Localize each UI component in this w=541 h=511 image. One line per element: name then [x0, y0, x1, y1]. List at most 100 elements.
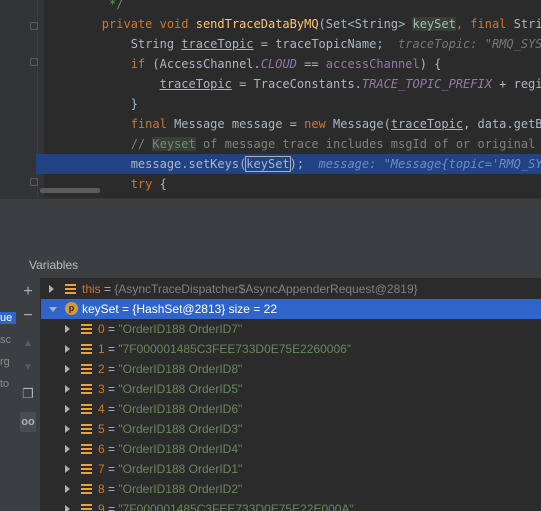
code-token: {	[159, 177, 167, 191]
code-token: sendTraceDataByMQ	[195, 17, 319, 31]
expand-arrow-icon[interactable]	[65, 405, 70, 413]
code-token: traceTopic	[181, 37, 254, 51]
variable-text: this = {AsyncTraceDispatcher$AsyncAppend…	[82, 279, 418, 299]
arrow-up-icon[interactable]: ▲	[20, 336, 36, 352]
expand-arrow-icon[interactable]	[65, 465, 70, 473]
variable-child-row[interactable]: 8 = "OrderID188 OrderID2"	[41, 479, 541, 499]
code-token: final	[470, 17, 514, 31]
variable-name: 2	[98, 362, 105, 376]
code-line[interactable]: if (AccessChannel.CLOUD == accessChannel…	[44, 54, 442, 74]
field-icon	[81, 464, 92, 474]
code-token: accessChannel	[325, 57, 420, 71]
variable-child-row[interactable]: 1 = "7F000001485C3FEE733D0E75E2260006"	[41, 339, 541, 359]
field-icon	[81, 504, 92, 511]
variable-value: "OrderID188 OrderID4"	[118, 442, 243, 456]
variable-name: 9	[98, 502, 105, 511]
variable-row[interactable]: p keySet = {HashSet@2813} size = 22	[41, 299, 541, 319]
variable-child-row[interactable]: 0 = "OrderID188 OrderID7"	[41, 319, 541, 339]
expand-arrow-icon[interactable]	[49, 285, 54, 293]
panel-splitter[interactable]	[0, 198, 541, 223]
code-line-current[interactable]: message.setKeys(keySet); message: "Messa…	[36, 154, 541, 174]
variable-text: 7 = "OrderID188 OrderID1"	[98, 459, 242, 479]
variable-value: {AsyncTraceDispatcher$AsyncAppenderReque…	[114, 282, 418, 296]
code-token: String	[44, 37, 182, 51]
variable-value: "OrderID188 OrderID1"	[118, 462, 243, 476]
field-icon	[81, 444, 92, 454]
fold-marker-icon[interactable]	[30, 58, 38, 66]
parameter-icon: p	[65, 302, 78, 315]
equals-sign: =	[104, 482, 119, 496]
variable-text: 3 = "OrderID188 OrderID5"	[98, 379, 242, 399]
code-token: traceTopic	[390, 117, 464, 131]
variables-toolbar: + − ▲ ▼ ❐ oo	[16, 278, 40, 511]
code-token: */	[44, 0, 124, 11]
fold-marker-icon[interactable]	[30, 178, 38, 186]
arrow-down-icon[interactable]: ▼	[20, 360, 36, 376]
variable-text: keySet = {HashSet@2813} size = 22	[82, 299, 277, 319]
field-icon	[81, 344, 92, 354]
collapse-arrow-icon[interactable]	[49, 307, 57, 312]
code-line[interactable]: traceTopic = TraceConstants.TRACE_TOPIC_…	[44, 74, 541, 94]
code-line[interactable]: // Keyset of message trace includes msgI…	[44, 134, 541, 154]
expand-arrow-icon[interactable]	[65, 445, 70, 453]
field-icon	[81, 384, 92, 394]
frame-item-label[interactable]: rg	[0, 356, 10, 368]
variable-value: "OrderID188 OrderID2"	[118, 482, 243, 496]
variable-child-row[interactable]: 3 = "OrderID188 OrderID5"	[41, 379, 541, 399]
code-token: private void	[101, 17, 196, 31]
expand-arrow-icon[interactable]	[65, 505, 70, 511]
copy-icon[interactable]: ❐	[20, 386, 36, 402]
code-token: , data.getByte	[463, 117, 541, 131]
code-token: message: "Message{topic='RMQ_SYS_T	[304, 157, 541, 171]
code-token: Message(	[333, 117, 391, 131]
fold-marker-icon[interactable]	[30, 22, 38, 30]
variable-text: 9 = "7F000001485C3FEE733D0E75E22E000A"	[98, 499, 354, 511]
expand-arrow-icon[interactable]	[65, 345, 70, 353]
variable-name: keySet	[82, 302, 119, 316]
variables-tree[interactable]: this = {AsyncTraceDispatcher$AsyncAppend…	[41, 278, 541, 511]
frame-item-label[interactable]: to	[0, 378, 9, 390]
equals-sign: =	[104, 442, 119, 456]
code-line[interactable]: final Message message = new Message(trac…	[44, 114, 541, 134]
minus-icon[interactable]: −	[20, 308, 36, 324]
variable-child-row[interactable]: 2 = "OrderID188 OrderID8"	[41, 359, 541, 379]
expand-arrow-icon[interactable]	[65, 425, 70, 433]
frames-panel[interactable]: ue sc rg to	[0, 252, 17, 511]
code-token: try	[130, 177, 160, 191]
editor-horizontal-scrollbar[interactable]	[40, 188, 100, 193]
variable-text: 6 = "OrderID188 OrderID4"	[98, 439, 242, 459]
code-editor[interactable]: */ private void sendTraceDataByMQ(Set<St…	[0, 0, 541, 198]
frame-item-label[interactable]: sc	[0, 334, 11, 346]
code-line[interactable]: }	[44, 94, 138, 114]
code-line[interactable]: String traceTopic = traceTopicName; trac…	[44, 34, 541, 54]
plus-icon[interactable]: +	[20, 284, 36, 300]
code-line[interactable]: private void sendTraceDataByMQ(Set<Strin…	[44, 14, 541, 34]
equals-sign: =	[104, 502, 119, 511]
variable-child-row[interactable]: 4 = "OrderID188 OrderID6"	[41, 399, 541, 419]
code-token: ==	[296, 57, 326, 71]
code-token: Message message =	[174, 117, 305, 131]
field-icon	[81, 404, 92, 414]
code-token: String	[513, 17, 541, 31]
code-token: keySet	[412, 17, 456, 31]
variable-child-row[interactable]: 5 = "OrderID188 OrderID3"	[41, 419, 541, 439]
field-icon	[81, 324, 92, 334]
code-line[interactable]: */	[44, 0, 123, 14]
expand-arrow-icon[interactable]	[65, 385, 70, 393]
glasses-icon[interactable]: oo	[20, 412, 36, 432]
variable-text: 2 = "OrderID188 OrderID8"	[98, 359, 242, 379]
expand-arrow-icon[interactable]	[65, 325, 70, 333]
equals-sign: =	[104, 402, 119, 416]
variable-child-row[interactable]: 7 = "OrderID188 OrderID1"	[41, 459, 541, 479]
variable-child-row[interactable]: 9 = "7F000001485C3FEE733D0E75E22E000A"	[41, 499, 541, 511]
expand-arrow-icon[interactable]	[65, 365, 70, 373]
variable-text: 4 = "OrderID188 OrderID6"	[98, 399, 242, 419]
frame-item-label[interactable]: ue	[0, 312, 16, 324]
variable-value: "OrderID188 OrderID8"	[118, 362, 243, 376]
variable-child-row[interactable]: 6 = "OrderID188 OrderID4"	[41, 439, 541, 459]
field-icon	[81, 424, 92, 434]
expand-arrow-icon[interactable]	[65, 485, 70, 493]
code-token: traceTopic: "RMQ_SYS_TR	[398, 37, 541, 51]
variable-row[interactable]: this = {AsyncTraceDispatcher$AsyncAppend…	[41, 279, 541, 299]
